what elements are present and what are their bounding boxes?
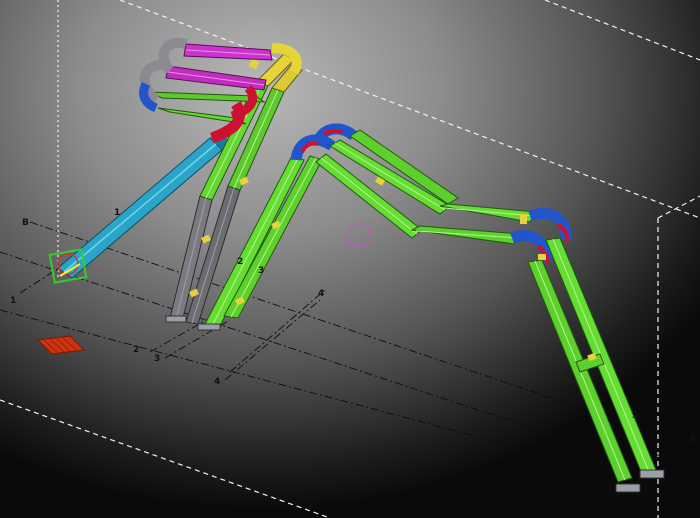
member-green-truss-chords[interactable] [315, 129, 537, 245]
member-green-right-legs[interactable] [527, 237, 657, 483]
member-label-1: 1 [114, 208, 120, 218]
member-label-2: 2 [237, 257, 243, 267]
grid-label-4a: 4 [318, 289, 324, 299]
member-label-5: 5 [632, 411, 638, 421]
plate-icon[interactable] [36, 335, 86, 355]
grid-label-b: B [22, 218, 29, 228]
model-scene[interactable]: B 1 2 3 4 4 6 1 2 3 5 [0, 0, 700, 518]
orbit-center-icon[interactable] [346, 222, 372, 248]
grid-label-2: 2 [133, 345, 139, 355]
grid-label-3a: 3 [154, 354, 160, 364]
3d-model-viewport[interactable]: B 1 2 3 4 4 6 1 2 3 5 [0, 0, 700, 518]
bounding-box [0, 0, 700, 518]
grid-label-4b: 4 [214, 377, 220, 387]
member-label-3: 3 [258, 266, 264, 276]
grid-label-1: 1 [10, 296, 16, 306]
grid-label-6: 6 [690, 435, 696, 445]
